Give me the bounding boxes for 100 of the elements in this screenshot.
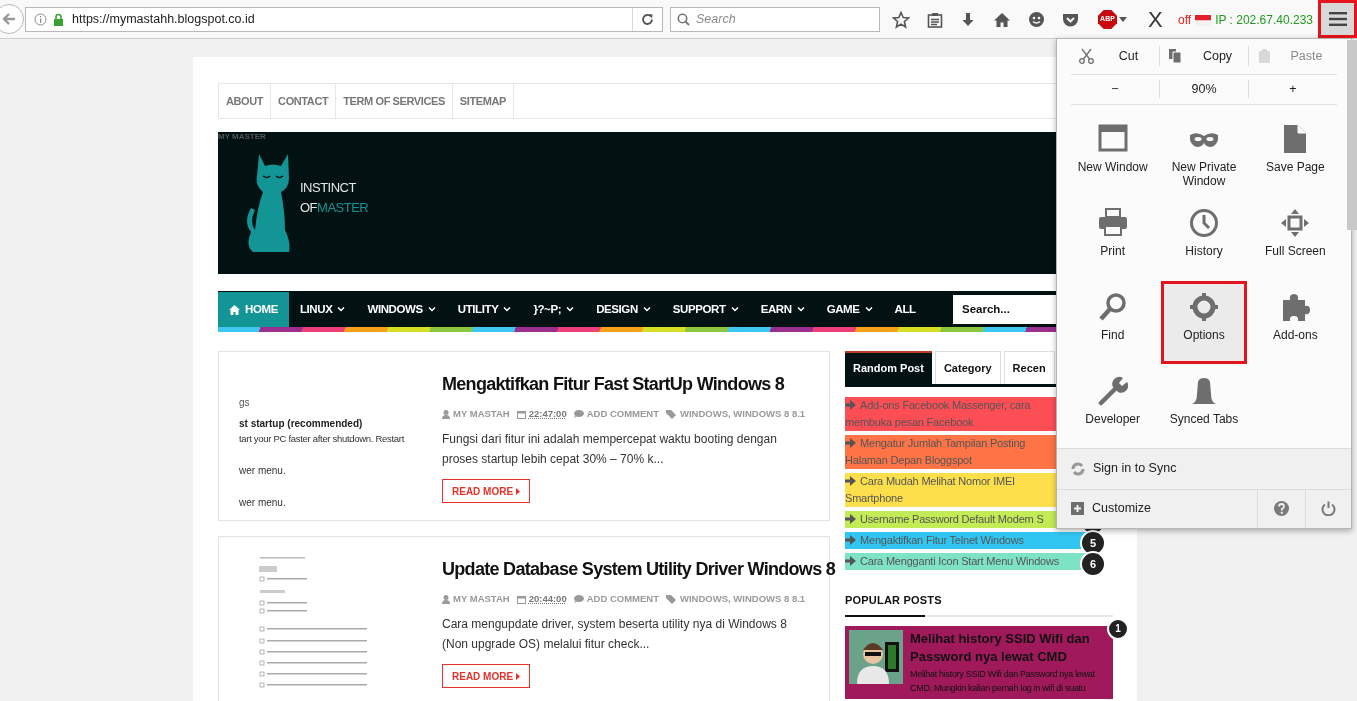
caret-right-icon [516,672,521,680]
zoom-level: 90% [1159,80,1248,99]
search-placeholder: Search... [962,301,1010,317]
menu-item[interactable]: Add-ons [1252,281,1338,365]
post-title[interactable]: Update Database System Utility Driver Windows 8 [442,556,836,583]
top-link[interactable]: TERM OF SERVICES [336,84,453,118]
top-link[interactable]: SITEMAP [452,84,514,118]
number-badge: 1 [1107,617,1129,640]
plus-icon [1071,502,1084,516]
post-time[interactable]: 22:47:00 [528,407,567,422]
printer-icon [1097,208,1128,239]
thumbnail-text: tart your PC faster after shutdown. Restart [239,432,406,446]
thumbnail-text: wer menu. [239,464,287,479]
ip-address: IP : 202.67.40.233 [1215,12,1313,29]
chevron-down-icon [642,307,651,312]
nav-item[interactable]: WINDOWS [356,292,447,327]
menu-edit-button[interactable]: Cut [1071,46,1159,67]
arrow-right-icon [845,438,856,448]
menu-item[interactable]: New Window [1070,113,1156,197]
info-icon [34,13,47,26]
post-title[interactable]: Mengaktifkan Fitur Fast StartUp Windows 8 [442,371,812,398]
nav-item[interactable]: UTILITY [446,292,523,327]
nav-item[interactable]: EARN [749,292,816,327]
nav-item[interactable]: HOME [218,292,289,327]
zoom-button[interactable]: + [1248,80,1337,99]
post-time[interactable]: 20:44:00 [528,592,567,607]
fullscreen-icon [1280,208,1311,239]
section-heading: POPULAR POSTS [845,593,943,608]
thumbnail-text: gs [239,396,251,410]
url-field[interactable]: https://mymastahh.blogspot.co.id [25,7,663,32]
sidebar-tab[interactable]: Recen [1003,351,1055,384]
chevron-down-icon [566,307,575,312]
download-icon[interactable] [960,11,976,28]
pocket-icon[interactable] [1062,11,1079,28]
nav-item[interactable]: DESIGN [585,292,662,327]
arrow-right-icon [845,514,856,524]
menu-item[interactable]: New Private Window [1161,113,1247,197]
clipboard-icon [1257,48,1272,65]
nav-item[interactable]: }?~P; [522,292,586,327]
help-icon [1274,501,1289,517]
menu-item[interactable]: Synced Tabs [1161,365,1247,449]
star-icon[interactable] [892,10,910,29]
search-icon [1097,292,1128,323]
copy-icon [1168,48,1183,65]
menu-item[interactable]: Save Page [1252,113,1338,197]
logo-text: OF [300,199,318,217]
top-link[interactable]: CONTACT [271,84,337,118]
sidebar-tab[interactable]: Category [934,351,1001,384]
power-icon [1321,501,1336,517]
wrench-icon [1097,376,1128,407]
back-arrow-icon [2,13,16,25]
sidebar-tab[interactable]: Random Post [845,351,932,384]
nav-item[interactable]: LINUX [288,292,357,327]
menu-item[interactable]: Options [1161,281,1247,365]
caret-right-icon [516,487,521,495]
arrow-right-icon [845,476,856,486]
menu-item[interactable]: History [1161,197,1247,281]
gear-icon [1189,292,1219,323]
window-icon [1097,124,1128,155]
search-placeholder: Search [696,11,736,29]
user-icon [442,594,450,604]
url-text: https://mymastahh.blogspot.co.id [72,11,256,29]
calendar-icon [516,409,526,419]
logo-text: MASTER [317,199,369,217]
home-icon [229,304,240,315]
back-button[interactable] [0,4,24,34]
popular-post-excerpt: Melihat history SSID Wifi dan Password nya lewat CMD. Mungkin kalian pernah log in wifi di suatu [909,667,1096,695]
menu-item[interactable]: Full Screen [1252,197,1338,281]
mask-icon [1189,130,1219,149]
zoom-button[interactable]: − [1071,80,1159,99]
thumbnail-text: wer menu. [239,496,287,511]
arrow-right-icon [845,556,856,566]
menu-edit-button[interactable]: Copy [1159,46,1248,67]
top-link[interactable]: ABOUT [219,84,272,118]
x-addon-button[interactable]: X [1148,8,1163,31]
nav-item[interactable]: SUPPORT [661,292,750,327]
number-badge: 6 [1080,551,1106,577]
nav-item[interactable]: ALL [883,292,927,327]
scrollbar-thumb[interactable] [1347,40,1357,230]
menu-icon [1328,12,1347,26]
scissors-icon [1079,48,1094,65]
menu-item[interactable]: Print [1070,197,1156,281]
reading-list-icon[interactable] [927,11,943,28]
read-more-button[interactable]: READ MORE [442,664,531,689]
menu-button[interactable] [1318,0,1357,38]
status-text: off [1178,12,1192,29]
chevron-down-icon [337,307,346,312]
chevron-down-icon [503,307,512,312]
home-icon[interactable] [993,11,1011,28]
banner-label: MY MASTER [218,131,266,143]
smiley-icon[interactable] [1028,11,1045,28]
clock-icon [1189,208,1219,239]
calendar-icon [516,594,526,604]
reload-icon [641,13,654,26]
search-field[interactable]: Search [670,7,880,32]
post-excerpt: Fungsi dari fitur ini adalah mempercepat waktu booting dengan proses startup lebih cepat 30% – 70% k... [442,431,778,469]
chevron-down-icon [730,307,739,312]
nav-item[interactable]: GAME [815,292,884,327]
read-more-button[interactable]: READ MORE [442,479,531,504]
sync-button[interactable]: Sign in to Sync [1057,448,1351,489]
